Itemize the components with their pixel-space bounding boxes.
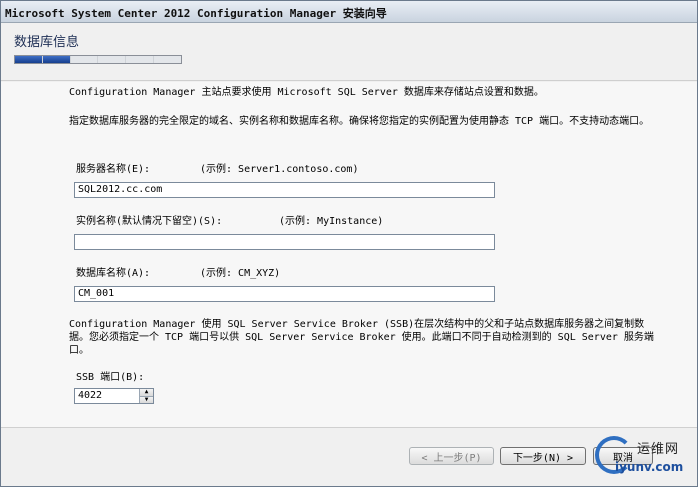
ssb-port-spin-buttons: ▲ ▼ [139,389,153,403]
database-name-input[interactable]: CM_001 [74,286,495,302]
wizard-header: 数据库信息 [1,23,697,81]
progress-segment [98,56,126,63]
progress-segment [70,56,98,63]
instance-name-input[interactable] [74,234,495,250]
database-name-label: 数据库名称(A): [76,268,151,279]
progress-segment [154,56,181,63]
wizard-progress-bar [14,55,182,64]
watermark-url: iyunv.com [615,460,684,474]
spin-down-icon[interactable]: ▼ [140,395,153,403]
ssb-description: Configuration Manager 使用 SQL Server Serv… [69,319,654,356]
server-name-example: (示例: Server1.contoso.com) [200,164,359,175]
page-title: 数据库信息 [14,35,80,50]
wizard-content: Configuration Manager 主站点要求使用 Microsoft … [1,82,697,427]
site-watermark: 运维网 iyunv.com [593,430,697,485]
instruction-text: 指定数据库服务器的完全限定的域名、实例名称和数据库名称。确保将您指定的实例配置为… [69,116,650,127]
server-name-label: 服务器名称(E): [76,164,151,175]
progress-segment [15,56,42,63]
title-bar[interactable]: Microsoft System Center 2012 Configurati… [1,1,697,23]
server-name-input[interactable]: SQL2012.cc.com [74,182,495,198]
ssb-port-stepper[interactable]: 4022 ▲ ▼ [74,388,154,404]
window-title: Microsoft System Center 2012 Configurati… [5,7,387,20]
instance-name-label: 实例名称(默认情况下留空)(S): [76,216,223,227]
ssb-port-label: SSB 端口(B): [76,372,145,383]
next-button[interactable]: 下一步(N) > [500,447,586,465]
progress-segment [42,56,70,63]
database-name-example: (示例: CM_XYZ) [200,268,281,279]
instance-name-example: (示例: MyInstance) [279,216,384,227]
progress-segment [126,56,154,63]
intro-text: Configuration Manager 主站点要求使用 Microsoft … [69,87,544,98]
watermark-name: 运维网 [637,442,680,457]
wizard-window: Microsoft System Center 2012 Configurati… [0,0,698,487]
ssb-port-value[interactable]: 4022 [75,389,139,403]
previous-button[interactable]: < 上一步(P) [409,447,494,465]
